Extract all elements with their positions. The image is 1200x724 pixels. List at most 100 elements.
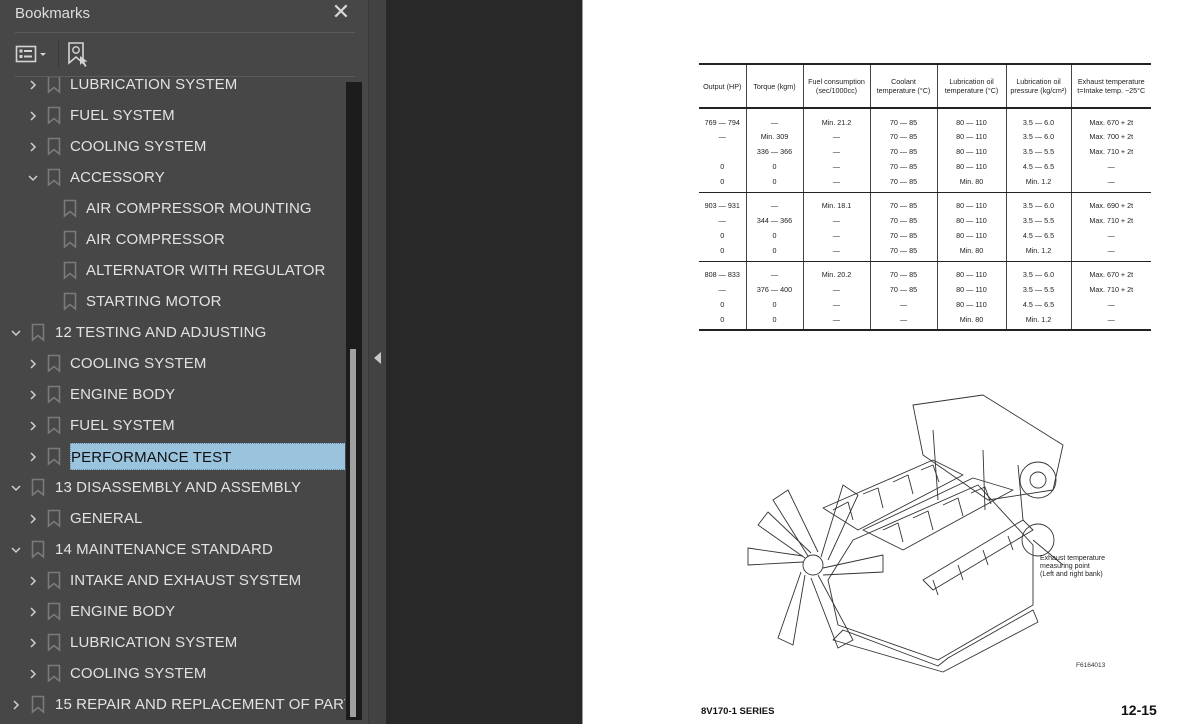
scrollbar-thumb[interactable] — [350, 349, 356, 717]
bookmark-item[interactable]: GENERAL — [0, 503, 345, 534]
bookmark-item[interactable]: 15 REPAIR AND REPLACEMENT OF PARTS — [0, 689, 345, 720]
bookmarks-panel: Bookmarks ✕ LUBRICATION SYSTEM FUEL SYSTE… — [0, 0, 368, 724]
chevron-right-icon[interactable] — [10, 699, 22, 711]
figure-callout: Exhaust temperature measuring point (Lef… — [1040, 555, 1105, 579]
bookmark-item[interactable]: STARTING MOTOR — [0, 286, 345, 317]
bookmark-icon — [47, 416, 61, 435]
chevron-right-icon[interactable] — [27, 451, 39, 463]
bookmark-label: 15 REPAIR AND REPLACEMENT OF PARTS — [55, 696, 345, 713]
table-cell: Min. 21.2 — [802, 108, 870, 129]
bookmark-item[interactable]: FUEL SYSTEM — [0, 410, 345, 441]
table-cell: — — [802, 282, 870, 297]
bookmark-item[interactable]: 13 DISASSEMBLY AND ASSEMBLY — [0, 472, 345, 503]
chevron-right-icon[interactable] — [27, 420, 39, 432]
bookmark-label: ALTERNATOR WITH REGULATOR — [86, 262, 326, 279]
table-cell: Min. 1.2 — [1005, 312, 1071, 331]
bookmark-item[interactable]: ENGINE BODY — [0, 379, 345, 410]
bookmark-item[interactable]: PERFORMANCE TEST — [0, 441, 345, 472]
chevron-down-icon[interactable] — [10, 327, 22, 339]
bookmark-label: STARTING MOTOR — [86, 293, 222, 310]
series-label: 8V170-1 SERIES — [701, 706, 775, 717]
table-cell: — — [1070, 174, 1151, 193]
table-cell: 70 — 85 — [869, 108, 937, 129]
bookmark-item[interactable]: COOLING SYSTEM — [0, 658, 345, 689]
bookmark-item[interactable]: COOLING SYSTEM — [0, 131, 345, 162]
bookmark-icon — [47, 571, 61, 590]
chevron-right-icon[interactable] — [27, 575, 39, 587]
performance-spec-table: Output (HP) Torque (kgm) Fuel consumption … — [699, 63, 1151, 331]
collapse-panel-arrow-icon[interactable] — [374, 352, 381, 364]
table-cell: 80 — 110 — [936, 159, 1006, 174]
bookmark-item[interactable]: AIR COMPRESSOR — [0, 224, 345, 255]
bookmark-item[interactable]: 12 TESTING AND ADJUSTING — [0, 317, 345, 348]
table-cell: — — [745, 108, 803, 129]
bookmark-label: FUEL SYSTEM — [70, 417, 175, 434]
toolbar-separator — [58, 40, 59, 68]
table-cell: 376 — 400 — [745, 282, 803, 297]
chevron-right-icon[interactable] — [27, 668, 39, 680]
column-header: Fuel consumption (sec/1000cc) — [802, 63, 870, 109]
bookmark-item[interactable]: INTAKE AND EXHAUST SYSTEM — [0, 565, 345, 596]
table-cell: 336 — 366 — [745, 144, 803, 159]
oil-pan — [832, 609, 1039, 673]
table-cell: — — [869, 312, 937, 331]
bookmark-options-button[interactable] — [15, 43, 51, 65]
table-cell: 3.5 — 6.0 — [1005, 129, 1071, 144]
chevron-right-icon[interactable] — [27, 110, 39, 122]
bookmark-item[interactable]: 14 MAINTENANCE STANDARD — [0, 534, 345, 565]
chevron-right-icon[interactable] — [27, 141, 39, 153]
bookmark-icon — [63, 261, 77, 280]
table-cell: 0 — [699, 243, 746, 262]
column-header: Lubrication oil temperature (°C) — [936, 63, 1006, 109]
bookmark-item[interactable]: AIR COMPRESSOR MOUNTING — [0, 193, 345, 224]
chevron-right-icon[interactable] — [27, 637, 39, 649]
bookmark-label: 12 TESTING AND ADJUSTING — [55, 324, 267, 341]
bookmark-label: PERFORMANCE TEST — [70, 443, 345, 470]
table-cell: Max. 670 + 2t — [1070, 108, 1151, 129]
table-cell: 3.5 — 5.5 — [1005, 213, 1071, 228]
table-cell: — — [1070, 297, 1151, 312]
bookmark-icon — [47, 137, 61, 156]
find-current-bookmark-button[interactable] — [66, 40, 90, 68]
bookmark-item[interactable]: ACCESSORY — [0, 162, 345, 193]
table-cell: 0 — [745, 243, 803, 262]
table-row: 903 — 931 — Min. 18.1 70 — 85 80 — 110 3.5 — … — [699, 192, 1151, 213]
chevron-down-icon[interactable] — [27, 172, 39, 184]
table-cell: — — [802, 174, 870, 193]
close-icon[interactable]: ✕ — [330, 0, 352, 24]
chevron-down-icon[interactable] — [10, 544, 22, 556]
table-cell: 3.5 — 6.0 — [1005, 108, 1071, 129]
bookmark-label: FUEL SYSTEM — [70, 107, 175, 124]
bookmark-label: LUBRICATION SYSTEM — [70, 634, 238, 651]
table-row: 0 0—70 — 85 Min. 80 Min. 1.2— — [699, 243, 1151, 262]
table-cell: — — [1070, 312, 1151, 331]
bookmark-item[interactable]: ALTERNATOR WITH REGULATOR — [0, 255, 345, 286]
bookmark-item[interactable]: ENGINE BODY — [0, 596, 345, 627]
bookmark-icon — [47, 385, 61, 404]
table-cell: — — [718, 132, 726, 141]
chevron-down-icon[interactable] — [10, 482, 22, 494]
bookmark-label: AIR COMPRESSOR — [86, 231, 225, 248]
chevron-right-icon[interactable] — [27, 606, 39, 618]
table-cell: — — [802, 243, 870, 262]
table-cell: Max. 670 + 2t — [1070, 261, 1151, 282]
bookmark-icon — [47, 106, 61, 125]
panel-splitter[interactable] — [368, 0, 386, 724]
chevron-right-icon[interactable] — [27, 358, 39, 370]
bookmark-label: COOLING SYSTEM — [70, 355, 207, 372]
bookmark-icon — [47, 354, 61, 373]
table-cell: Min. 80 — [936, 243, 1006, 262]
table-cell: Max. 690 + 2t — [1070, 192, 1151, 213]
table-cell: 80 — 110 — [936, 297, 1006, 312]
chevron-right-icon[interactable] — [27, 389, 39, 401]
chevron-right-icon[interactable] — [27, 79, 39, 91]
bookmark-item[interactable]: LUBRICATION SYSTEM — [0, 77, 345, 100]
bookmark-item[interactable]: FUEL SYSTEM — [0, 100, 345, 131]
table-cell: Min. 1.2 — [1005, 174, 1071, 193]
bookmark-item[interactable]: LUBRICATION SYSTEM — [0, 627, 345, 658]
chevron-right-icon[interactable] — [27, 513, 39, 525]
bookmark-item[interactable]: COOLING SYSTEM — [0, 348, 345, 379]
table-cell: Max. 710 + 2t — [1070, 213, 1151, 228]
callout-line: (Left and right bank) — [1040, 571, 1103, 578]
table-cell: Min. 80 — [936, 312, 1006, 331]
